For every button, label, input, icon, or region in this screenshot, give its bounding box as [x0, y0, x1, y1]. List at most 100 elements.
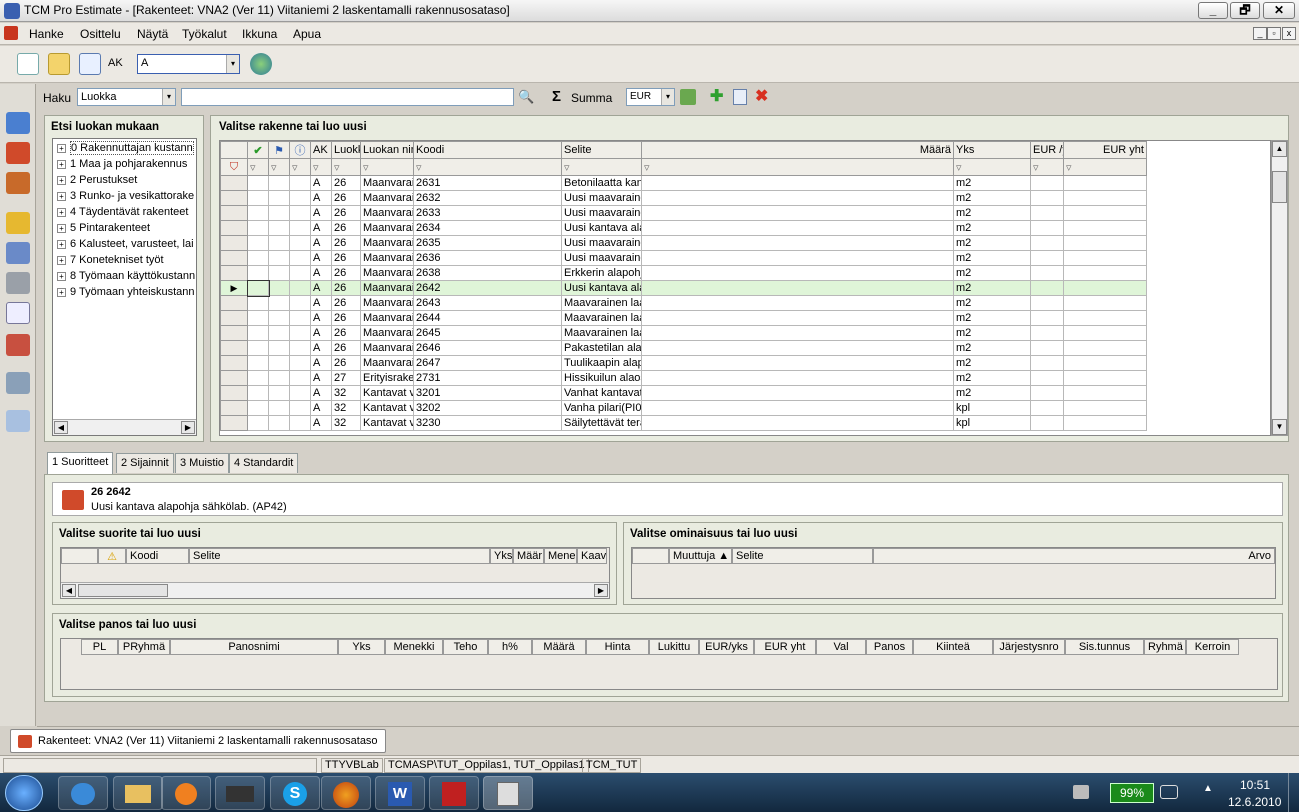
word-icon[interactable]: W — [375, 776, 425, 810]
cell-selite[interactable]: Uusi kantava alapohja, Wc/siivousk. (AP3… — [561, 220, 642, 236]
table-row[interactable]: A32Kantavat väliseinät ja pilarit3230Säi… — [220, 415, 1271, 431]
cell-eur-yks[interactable] — [1030, 235, 1064, 251]
media-player-icon[interactable] — [161, 776, 211, 810]
cell-koodi[interactable]: 2645 — [413, 325, 562, 341]
flag-cell[interactable] — [289, 190, 311, 206]
column-header-arvo[interactable]: Arvo — [873, 548, 1275, 564]
cell-maara[interactable] — [641, 190, 954, 206]
menu-nayta[interactable]: Näytä — [137, 27, 168, 41]
column-header-luokan-nimi[interactable]: Luokan nimi — [360, 141, 414, 159]
cell-maara[interactable] — [641, 235, 954, 251]
column-header-kiinteä[interactable]: Kiinteä — [913, 639, 993, 655]
clock-date[interactable]: 12.6.2010 — [1228, 795, 1281, 809]
cell-eur-yks[interactable] — [1030, 310, 1064, 326]
filter-icon[interactable]: ▿ — [953, 158, 1031, 176]
cell-koodi[interactable]: 2646 — [413, 340, 562, 356]
column-header-pryhmä[interactable]: PRyhmä — [118, 639, 170, 655]
cell-koodi[interactable]: 2638 — [413, 265, 562, 281]
flag-cell[interactable] — [247, 340, 269, 356]
cell-eur-yht[interactable] — [1063, 325, 1147, 341]
cell-selite[interactable]: Säilytettävät teräspilarit (PI30) — [561, 415, 642, 431]
cell-koodi[interactable]: 2636 — [413, 250, 562, 266]
cell-selite[interactable]: Hissikuilun alaosa (HK31) — [561, 370, 642, 386]
column-header-maar[interactable]: Määr — [513, 548, 544, 564]
cell-koodi[interactable]: 2634 — [413, 220, 562, 236]
column-header-eur-yht[interactable]: EUR yht — [1063, 141, 1147, 159]
filter-icon[interactable]: ▿ — [1030, 158, 1064, 176]
cell-ak[interactable]: A — [310, 310, 332, 326]
row-header[interactable] — [220, 355, 248, 371]
cell-selite[interactable]: Maavarainen laatta, työsalit ja taukot. … — [561, 325, 642, 341]
cell-selite[interactable]: Maavarainen laatta Kylmälaite labra (AP4… — [561, 295, 642, 311]
flag-cell[interactable] — [268, 220, 290, 236]
column-header-selite[interactable]: Selite — [732, 548, 873, 564]
column-header-mene[interactable]: Mene — [544, 548, 577, 564]
table-row[interactable]: A26Maanvarainen laatta2635Uusi maavarain… — [220, 235, 1271, 251]
flag-cell[interactable] — [247, 370, 269, 386]
tab-muistio[interactable]: 3 Muistio — [175, 453, 230, 473]
cell-eur-yht[interactable] — [1063, 370, 1147, 386]
cell-luokan-nimi[interactable]: Maanvarainen laatta — [360, 340, 414, 356]
cell-eur-yht[interactable] — [1063, 385, 1147, 401]
cell-eur-yks[interactable] — [1030, 340, 1064, 356]
cell-yks[interactable]: m2 — [953, 205, 1031, 221]
cell-eur-yks[interactable] — [1030, 175, 1064, 191]
filter-icon[interactable]: ▿ — [360, 158, 414, 176]
chevron-down-icon[interactable]: ▾ — [661, 89, 674, 105]
show-hidden-icons-icon[interactable]: ▲ — [1203, 783, 1213, 794]
flag-cell[interactable] — [268, 325, 290, 341]
flag-cell[interactable] — [268, 415, 290, 431]
cell-maara[interactable] — [641, 265, 954, 281]
mail-icon[interactable] — [6, 302, 30, 324]
copy-icon[interactable] — [733, 89, 747, 105]
tree-item[interactable]: +8 Työmaan käyttökustann — [57, 270, 195, 282]
cell-yks[interactable]: m2 — [953, 190, 1031, 206]
row-header[interactable]: ▶ — [220, 280, 248, 296]
cell-yks[interactable]: m2 — [953, 295, 1031, 311]
cell-luokka[interactable]: 26 — [331, 310, 361, 326]
table-row[interactable]: A26Maanvarainen laatta2644Maavarainen la… — [220, 310, 1271, 326]
cell-luokka[interactable]: 26 — [331, 205, 361, 221]
row-header[interactable] — [220, 340, 248, 356]
cell-selite[interactable]: Uusi kantava alapohja sähkölab. (AP42) — [561, 280, 642, 296]
column-header-ak[interactable]: AK — [310, 141, 332, 159]
cell-ak[interactable]: A — [310, 370, 332, 386]
column-header-pl[interactable]: PL — [81, 639, 118, 655]
cell-selite[interactable]: Tuulikaapin alapohja (AP47) — [561, 355, 642, 371]
cell-eur-yks[interactable] — [1030, 265, 1064, 281]
currency-select[interactable]: EUR ▾ — [626, 88, 675, 106]
cell-luokka[interactable]: 26 — [331, 235, 361, 251]
cell-luokan-nimi[interactable]: Kantavat väliseinät ja pilarit — [360, 385, 414, 401]
show-desktop-button[interactable] — [1288, 773, 1299, 812]
clock-time[interactable]: 10:51 — [1240, 778, 1270, 792]
chevron-down-icon[interactable]: ▾ — [162, 89, 175, 105]
cell-eur-yks[interactable] — [1030, 355, 1064, 371]
cell-yks[interactable]: m2 — [953, 340, 1031, 356]
cell-ak[interactable]: A — [310, 235, 332, 251]
table-row[interactable]: A26Maanvarainen laatta2631Betonilaatta k… — [220, 175, 1271, 191]
panos-grid[interactable]: PL PRyhmä Panosnimi Yks Menekki Teho h% Määrä Hi… — [60, 638, 1278, 690]
add-icon[interactable]: ✚ — [710, 86, 723, 106]
scroll-down-icon[interactable]: ▼ — [1272, 419, 1287, 435]
cell-eur-yht[interactable] — [1063, 355, 1147, 371]
flag-cell[interactable] — [247, 325, 269, 341]
flag-cell[interactable] — [289, 295, 311, 311]
cell-koodi[interactable]: 2635 — [413, 235, 562, 251]
cell-yks[interactable]: m2 — [953, 310, 1031, 326]
column-header-eur-yks[interactable]: EUR /yks — [1030, 141, 1064, 159]
cell-maara[interactable] — [641, 370, 954, 386]
grid-vscrollbar[interactable]: ▲ ▼ — [1271, 140, 1288, 436]
flag-cell[interactable] — [289, 175, 311, 191]
chevron-down-icon[interactable]: ▾ — [226, 55, 239, 73]
cell-maara[interactable] — [641, 310, 954, 326]
row-header[interactable] — [220, 370, 248, 386]
cell-ak[interactable]: A — [310, 400, 332, 416]
cell-eur-yht[interactable] — [1063, 265, 1147, 281]
search-icon[interactable]: 🔍 — [518, 89, 534, 105]
filter-icon[interactable]: ▿ — [289, 158, 311, 176]
column-header-yks[interactable]: Yks — [953, 141, 1031, 159]
tcm-app-icon[interactable] — [483, 776, 533, 810]
flag-cell[interactable] — [246, 279, 270, 297]
column-header-h-[interactable]: h% — [488, 639, 532, 655]
cell-luokka[interactable]: 26 — [331, 250, 361, 266]
